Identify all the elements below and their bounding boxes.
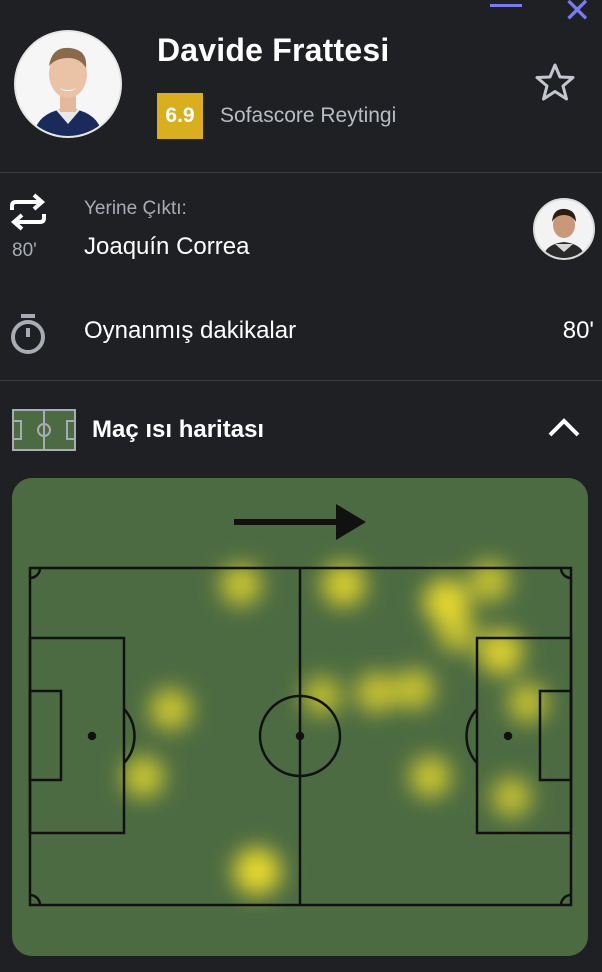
heat-spot [491,777,532,818]
minutes-played-label: Oynanmış dakikalar [84,317,297,344]
attack-direction-arrow-icon [234,504,366,540]
player-photo [16,32,120,136]
heat-spot [507,682,548,723]
heatmap-title: Maç ısı haritası [92,416,265,443]
substitution-icon [8,192,48,232]
substitute-avatar[interactable] [533,198,595,260]
minutes-played-value: 80' [562,317,594,344]
divider [0,172,602,173]
favorite-button[interactable] [535,62,575,102]
rating-badge: 6.9 [157,93,203,139]
divider [0,380,602,381]
heatmap-pitch [28,504,573,907]
substitute-photo [535,200,593,258]
rating-label: Sofascore Reytingi [220,104,397,127]
player-avatar[interactable] [14,30,122,138]
substitution-label: Yerine Çıktı: [84,198,187,219]
heat-spot [437,612,478,653]
heat-spot [321,562,366,607]
pitch-lines [28,566,573,907]
substitution-minute: 80' [12,240,37,261]
heat-spot [478,629,524,675]
star-icon [535,63,575,101]
heatmap-card [12,478,588,956]
heat-spot [149,688,192,731]
chevron-up-icon [548,418,580,437]
heat-spot [355,672,397,714]
heat-spot [220,564,262,606]
heat-spot [122,756,165,798]
heat-spot [233,847,281,895]
collapse-heatmap-button[interactable] [547,415,581,439]
player-header: Davide Frattesi 6.9 Sofascore Reytingi [0,0,602,172]
player-name: Davide Frattesi [157,32,390,68]
stopwatch-icon [8,312,48,356]
heat-spot [409,756,452,798]
heat-spot [393,668,435,710]
pitch-icon [12,409,76,451]
substitute-player-name[interactable]: Joaquín Correa [84,233,249,261]
